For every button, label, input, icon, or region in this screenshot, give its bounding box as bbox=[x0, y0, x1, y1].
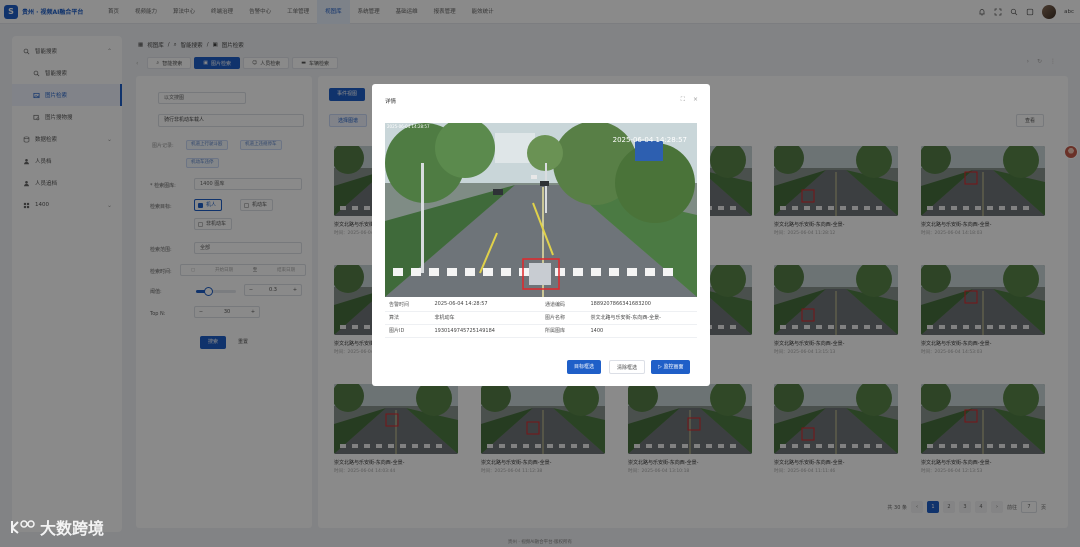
target-select-button[interactable]: 目标框选 bbox=[567, 360, 602, 374]
field-value: 2025-06-04 14:28:57 bbox=[430, 298, 541, 312]
field-value: 崇文北路与乐安街-东向西-全景- bbox=[586, 311, 697, 325]
modal-title: 详情 bbox=[385, 99, 397, 105]
alarm-info-table: 告警时间 2025-06-04 14:28:57 通道编码 1889207866… bbox=[385, 298, 697, 338]
field-label: 算法 bbox=[385, 311, 431, 325]
field-value: 1930149745725149184 bbox=[430, 324, 541, 338]
field-label: 所属图库 bbox=[541, 324, 587, 338]
maximize-icon[interactable]: ⛶ bbox=[681, 96, 685, 104]
field-label: 图片ID bbox=[385, 324, 431, 338]
close-icon[interactable]: × bbox=[693, 96, 698, 104]
field-label: 告警时间 bbox=[385, 298, 431, 312]
alarm-image: 2025-06-04 14:28:57 2025-06-04 14:28:57 bbox=[385, 123, 697, 297]
detail-modal: 详情 ⛶ × 2025-06-04 14:28:57 2025-06-04 14… bbox=[372, 84, 710, 386]
watermark-logo-icon bbox=[11, 520, 35, 534]
field-value: 1889207866341683200 bbox=[586, 298, 697, 312]
field-value: 非机动车 bbox=[430, 311, 541, 325]
monitor-view-button[interactable]: ▷ 监控画面 bbox=[651, 360, 691, 374]
field-label: 通道编码 bbox=[541, 298, 587, 312]
overlay-info: 2025-06-04 14:28:57 bbox=[387, 124, 430, 129]
clear-select-button[interactable]: 清除框选 bbox=[609, 360, 646, 374]
video-icon: ▷ bbox=[658, 364, 662, 370]
watermark: 大数跨境 bbox=[10, 515, 104, 539]
field-value: 1400 bbox=[586, 324, 697, 338]
overlay-timestamp: 2025-06-04 14:28:57 bbox=[612, 136, 687, 144]
field-label: 图片名称 bbox=[541, 311, 587, 325]
